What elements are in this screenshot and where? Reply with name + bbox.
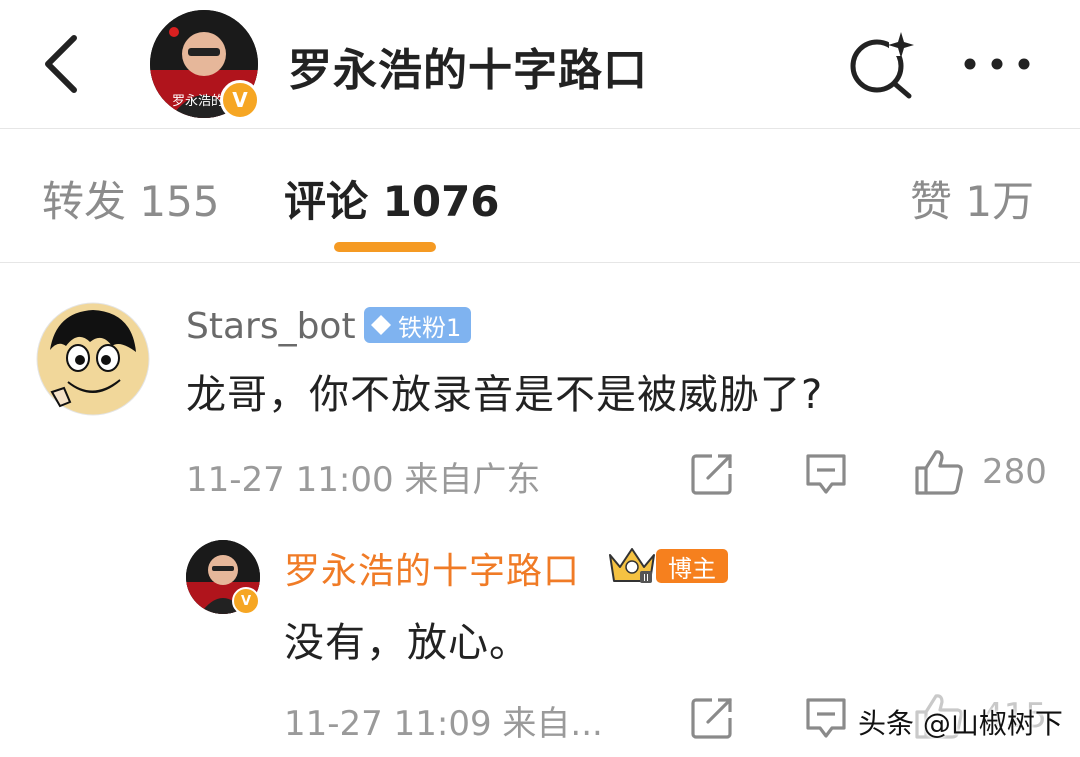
- tab-comments[interactable]: 评论 1076: [284, 168, 500, 229]
- crown-icon: II: [606, 545, 658, 585]
- share-icon[interactable]: [690, 696, 734, 740]
- reply-text: 没有，放心。: [284, 620, 530, 666]
- top-bar: 罗永浩的十字路口 V 罗永浩的十字路口: [0, 0, 1080, 128]
- reply-meta: 11-27 11:09 来自...: [284, 704, 603, 744]
- tab-likes[interactable]: 赞 1万: [910, 168, 1034, 229]
- fan-level-badge: 铁粉1: [364, 307, 472, 343]
- comment-meta: 11-27 11:00 来自广东: [186, 460, 541, 500]
- reply-icon[interactable]: [804, 452, 848, 496]
- comment-username[interactable]: Stars_bot: [186, 306, 356, 347]
- header-divider: [0, 128, 1080, 129]
- share-icon[interactable]: [690, 452, 734, 496]
- page-title: 罗永浩的十字路口: [288, 45, 648, 96]
- crown-level: II: [643, 573, 649, 584]
- comment-text: 龙哥，你不放录音是不是被威胁了?: [186, 372, 824, 418]
- fan-level-label: 铁粉1: [398, 313, 462, 342]
- avatar[interactable]: [36, 302, 150, 416]
- like-icon[interactable]: [914, 448, 964, 496]
- back-arrow-icon[interactable]: [38, 32, 88, 96]
- active-tab-indicator: [334, 242, 436, 252]
- blogger-tag: 博主: [656, 549, 728, 583]
- verified-icon: V: [220, 80, 260, 120]
- like-count: 280: [982, 452, 1047, 492]
- watermark: 头条 @山椒树下: [858, 707, 1063, 740]
- reply-icon[interactable]: [804, 696, 848, 740]
- search-sparkle-icon[interactable]: [845, 28, 917, 100]
- tab-reposts[interactable]: 转发 155: [42, 168, 220, 229]
- reply-username[interactable]: 罗永浩的十字路口: [284, 542, 580, 594]
- diamond-icon: [371, 315, 391, 335]
- avatar[interactable]: V: [186, 540, 260, 615]
- more-dots-icon[interactable]: [958, 44, 1036, 84]
- tabs-divider: [0, 262, 1080, 263]
- blogger-avatar[interactable]: 罗永浩的十字路口 V: [150, 10, 260, 120]
- verified-icon: V: [232, 587, 260, 615]
